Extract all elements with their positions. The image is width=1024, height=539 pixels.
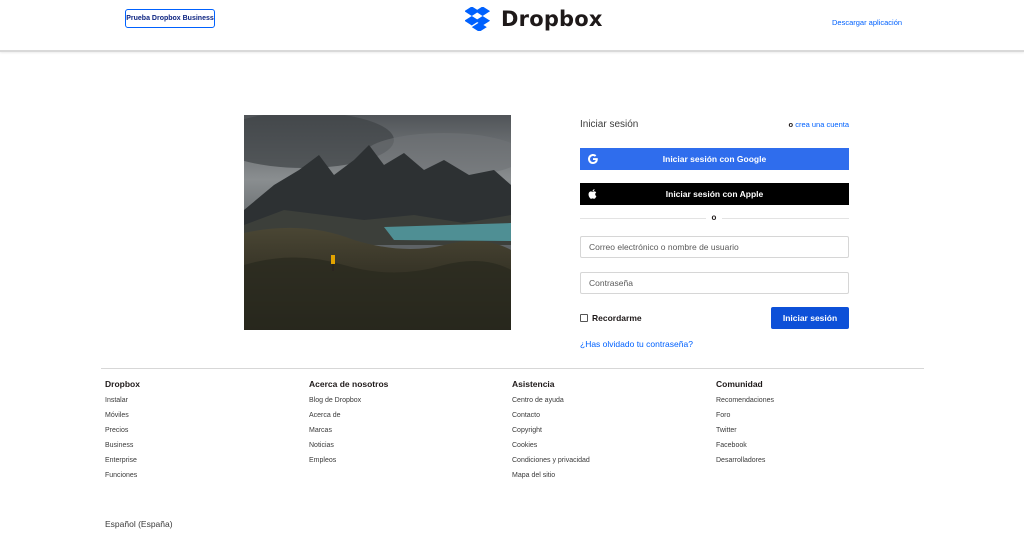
remember-me-label: Recordarme: [592, 313, 642, 323]
language-selector[interactable]: Español (España): [105, 519, 173, 529]
footer-link-cookies[interactable]: Cookies: [512, 438, 590, 453]
apple-logo-icon: [588, 189, 597, 199]
signin-submit-button[interactable]: Iniciar sesión: [771, 307, 849, 329]
footer-link-jobs[interactable]: Empleos: [309, 453, 388, 468]
footer-link-referrals[interactable]: Recomendaciones: [716, 393, 774, 408]
apple-signin-label: Iniciar sesión con Apple: [665, 189, 764, 199]
footer-heading: Asistencia: [512, 379, 555, 389]
try-business-button[interactable]: Prueba Dropbox Business: [125, 9, 215, 28]
footer-link-enterprise[interactable]: Enterprise: [105, 453, 140, 468]
footer-column-about: Acerca de nosotros Blog de Dropbox Acerc…: [309, 379, 388, 468]
footer-heading: Dropbox: [105, 379, 140, 389]
google-signin-label: Iniciar sesión con Google: [662, 154, 767, 164]
checkbox-icon[interactable]: [580, 314, 588, 322]
footer-link-copyright[interactable]: Copyright: [512, 423, 590, 438]
login-title: Iniciar sesión: [580, 119, 639, 130]
google-signin-button[interactable]: Iniciar sesión con Google: [580, 148, 849, 170]
footer-link-news[interactable]: Noticias: [309, 438, 388, 453]
footer-link-features[interactable]: Funciones: [105, 468, 140, 483]
footer-link-developers[interactable]: Desarrolladores: [716, 453, 774, 468]
footer-link-brand[interactable]: Marcas: [309, 423, 388, 438]
footer-divider: [101, 368, 924, 369]
or-divider-label: o: [706, 213, 722, 222]
footer-link-pricing[interactable]: Precios: [105, 423, 140, 438]
footer-column-community: Comunidad Recomendaciones Foro Twitter F…: [716, 379, 774, 468]
email-placeholder: Correo electrónico o nombre de usuario: [589, 242, 739, 252]
footer-link-mobile[interactable]: Móviles: [105, 408, 140, 423]
dropbox-logo[interactable]: Dropbox: [465, 6, 603, 32]
password-placeholder: Contraseña: [589, 278, 633, 288]
create-account-area: o crea una cuenta: [789, 120, 849, 129]
footer-column-dropbox: Dropbox Instalar Móviles Precios Busines…: [105, 379, 140, 483]
footer-link-terms-privacy[interactable]: Condiciones y privacidad: [512, 453, 590, 468]
forgot-password-link[interactable]: ¿Has olvidado tu contraseña?: [580, 339, 693, 349]
footer-link-about[interactable]: Acerca de: [309, 408, 388, 423]
footer-link-blog[interactable]: Blog de Dropbox: [309, 393, 388, 408]
top-header: Prueba Dropbox Business Dropbox Descarga…: [0, 0, 1024, 52]
footer-link-contact[interactable]: Contacto: [512, 408, 590, 423]
footer-link-install[interactable]: Instalar: [105, 393, 140, 408]
footer-link-sitemap[interactable]: Mapa del sitio: [512, 468, 590, 483]
footer-heading: Acerca de nosotros: [309, 379, 389, 389]
footer-link-help-center[interactable]: Centro de ayuda: [512, 393, 590, 408]
password-field[interactable]: Contraseña: [580, 272, 849, 294]
footer-column-support: Asistencia Centro de ayuda Contacto Copy…: [512, 379, 590, 483]
google-g-icon: [588, 154, 598, 164]
footer-link-forum[interactable]: Foro: [716, 408, 774, 423]
footer-link-twitter[interactable]: Twitter: [716, 423, 774, 438]
footer-link-facebook[interactable]: Facebook: [716, 438, 774, 453]
landscape-illustration: [244, 115, 511, 330]
footer-link-business[interactable]: Business: [105, 438, 140, 453]
footer-heading: Comunidad: [716, 379, 763, 389]
email-field[interactable]: Correo electrónico o nombre de usuario: [580, 236, 849, 258]
dropbox-box-icon: [465, 7, 491, 31]
logo-text: Dropbox: [501, 7, 603, 31]
create-account-link[interactable]: crea una cuenta: [795, 120, 849, 129]
remember-me-checkbox[interactable]: Recordarme: [580, 313, 642, 323]
hero-landscape-image: [244, 115, 511, 330]
download-app-link[interactable]: Descargar aplicación: [832, 18, 902, 27]
apple-signin-button[interactable]: Iniciar sesión con Apple: [580, 183, 849, 205]
create-or-label: o: [788, 120, 794, 129]
